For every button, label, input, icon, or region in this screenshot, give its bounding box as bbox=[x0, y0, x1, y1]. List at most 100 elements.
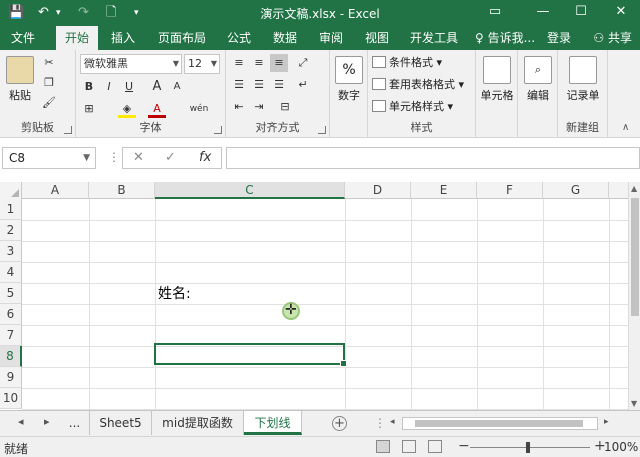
worksheet-grid[interactable]: A B C D E F G 1 2 3 4 5 6 7 8 9 10 姓名: bbox=[0, 182, 628, 410]
row-header[interactable]: 3 bbox=[0, 241, 22, 262]
column-header[interactable]: D bbox=[345, 182, 411, 199]
horizontal-scrollbar[interactable] bbox=[402, 417, 598, 430]
ribbon-display-options-icon[interactable]: ▭ bbox=[476, 0, 514, 26]
scroll-up-icon[interactable]: ▲ bbox=[631, 184, 637, 193]
align-right-icon[interactable]: ☰ bbox=[270, 76, 288, 94]
sheet-prev-icon[interactable]: ◂ bbox=[18, 415, 24, 428]
tab-review[interactable]: 审阅 bbox=[312, 26, 350, 50]
paste-button[interactable]: 粘贴 bbox=[4, 56, 36, 103]
wrap-text-icon[interactable]: ↵ bbox=[294, 76, 312, 94]
selected-cell[interactable] bbox=[154, 343, 347, 367]
merge-center-icon[interactable]: ⊟ bbox=[276, 98, 294, 116]
editing-button[interactable]: ⌕ 编辑 bbox=[522, 56, 554, 103]
alignment-launcher-icon[interactable] bbox=[318, 126, 326, 134]
enter-icon[interactable]: ✓ bbox=[165, 150, 176, 165]
format-painter-icon[interactable]: 🖌 bbox=[40, 94, 58, 112]
sheet-tab[interactable]: mid提取函数 bbox=[152, 411, 244, 435]
scroll-left-icon[interactable]: ◂ bbox=[390, 417, 395, 427]
form-button[interactable]: 记录单 bbox=[562, 56, 604, 103]
tab-developer[interactable]: 开发工具 bbox=[404, 26, 464, 50]
zoom-slider[interactable] bbox=[470, 442, 590, 453]
name-box[interactable]: C8 ▼ bbox=[2, 147, 96, 169]
row-header[interactable]: 1 bbox=[0, 199, 22, 220]
font-launcher-icon[interactable] bbox=[214, 126, 222, 134]
font-color-button[interactable]: A bbox=[148, 100, 166, 118]
align-middle-icon[interactable]: ≡ bbox=[250, 54, 268, 72]
cancel-icon[interactable]: ✕ bbox=[133, 150, 144, 165]
align-left-icon[interactable]: ☰ bbox=[230, 76, 248, 94]
tab-home[interactable]: 开始 bbox=[56, 26, 98, 50]
row-header[interactable]: 9 bbox=[0, 367, 22, 388]
row-header[interactable]: 10 bbox=[0, 388, 22, 409]
borders-icon[interactable]: ⊞ bbox=[80, 100, 98, 118]
scroll-down-icon[interactable]: ▼ bbox=[631, 399, 637, 408]
scroll-right-icon[interactable]: ▸ bbox=[604, 417, 609, 427]
row-header[interactable]: 7 bbox=[0, 325, 22, 346]
column-header[interactable]: G bbox=[543, 182, 609, 199]
close-button[interactable]: ✕ bbox=[602, 0, 640, 26]
tab-insert[interactable]: 插入 bbox=[104, 26, 142, 50]
tab-view[interactable]: 视图 bbox=[358, 26, 396, 50]
column-header[interactable]: C bbox=[155, 182, 345, 199]
cell-styles-button[interactable]: 单元格样式 ▾ bbox=[372, 98, 453, 116]
decrease-font-size-button[interactable]: A bbox=[168, 78, 186, 96]
format-as-table-button[interactable]: 套用表格格式 ▾ bbox=[372, 76, 464, 94]
align-center-icon[interactable]: ☰ bbox=[250, 76, 268, 94]
cell-c5[interactable]: 姓名: bbox=[158, 283, 191, 303]
align-top-icon[interactable]: ≡ bbox=[230, 54, 248, 72]
tab-data[interactable]: 数据 bbox=[266, 26, 304, 50]
font-name-combo[interactable]: 微软雅黑 ▼ bbox=[80, 54, 182, 74]
align-bottom-icon[interactable]: ≡ bbox=[270, 54, 288, 72]
select-all-button[interactable] bbox=[0, 182, 22, 199]
tab-file[interactable]: 文件 bbox=[4, 26, 42, 50]
column-header[interactable]: F bbox=[477, 182, 543, 199]
zoom-slider-knob[interactable] bbox=[526, 442, 530, 453]
scroll-thumb[interactable] bbox=[631, 198, 639, 316]
login-link[interactable]: 登录 bbox=[542, 26, 576, 50]
row-header[interactable]: 6 bbox=[0, 304, 22, 325]
number-format-button[interactable]: % 数字 bbox=[334, 56, 364, 103]
fill-color-icon[interactable]: ◈ bbox=[118, 100, 136, 118]
sheet-tab[interactable]: Sheet5 bbox=[90, 411, 152, 435]
tab-page-layout[interactable]: 页面布局 bbox=[152, 26, 212, 50]
scroll-thumb[interactable] bbox=[415, 420, 583, 427]
maximize-button[interactable]: ☐ bbox=[562, 0, 600, 26]
cut-icon[interactable]: ✂ bbox=[40, 54, 58, 72]
page-break-view-icon[interactable] bbox=[428, 440, 442, 453]
formula-input[interactable] bbox=[226, 147, 640, 169]
zoom-out-button[interactable]: − bbox=[458, 438, 470, 454]
column-header[interactable]: E bbox=[411, 182, 477, 199]
copy-icon[interactable]: ❐ bbox=[40, 74, 58, 92]
column-header[interactable] bbox=[609, 182, 628, 199]
zoom-level[interactable]: 100% bbox=[604, 440, 638, 454]
conditional-format-button[interactable]: 条件格式 ▾ bbox=[372, 54, 442, 72]
increase-font-size-button[interactable]: A bbox=[148, 78, 166, 96]
column-header[interactable]: A bbox=[22, 182, 89, 199]
decrease-indent-icon[interactable]: ⇤ bbox=[230, 98, 248, 116]
underline-button[interactable]: U bbox=[120, 78, 138, 96]
tell-me-box[interactable]: ♀ 告诉我... bbox=[474, 26, 536, 50]
column-header[interactable]: B bbox=[89, 182, 155, 199]
collapse-ribbon-icon[interactable]: ∧ bbox=[622, 122, 629, 133]
minimize-button[interactable]: — bbox=[524, 0, 562, 26]
sheet-ellipsis[interactable]: ... bbox=[60, 411, 90, 435]
sheet-next-icon[interactable]: ▸ bbox=[44, 415, 50, 428]
add-sheet-button[interactable]: + bbox=[332, 416, 347, 431]
clipboard-launcher-icon[interactable] bbox=[64, 126, 72, 134]
tab-formulas[interactable]: 公式 bbox=[220, 26, 258, 50]
cells-button[interactable]: 单元格 bbox=[480, 56, 514, 103]
share-button[interactable]: ⚇ 共享 bbox=[593, 28, 632, 48]
row-header[interactable]: 5 bbox=[0, 283, 22, 304]
insert-function-icon[interactable]: fx bbox=[199, 150, 211, 165]
vertical-scrollbar[interactable]: ▲ ▼ bbox=[628, 182, 640, 410]
page-layout-view-icon[interactable] bbox=[402, 440, 416, 453]
row-header[interactable]: 8 bbox=[0, 346, 22, 367]
normal-view-icon[interactable] bbox=[376, 440, 390, 453]
bold-button[interactable]: B bbox=[80, 78, 98, 96]
increase-indent-icon[interactable]: ⇥ bbox=[250, 98, 268, 116]
sheet-tab-active[interactable]: 下划线 bbox=[244, 411, 302, 435]
font-size-combo[interactable]: 12 ▼ bbox=[184, 54, 220, 74]
tab-splitter-icon[interactable]: ⋮ bbox=[374, 416, 386, 430]
row-header[interactable]: 4 bbox=[0, 262, 22, 283]
orientation-icon[interactable]: ⤢ bbox=[294, 54, 312, 72]
